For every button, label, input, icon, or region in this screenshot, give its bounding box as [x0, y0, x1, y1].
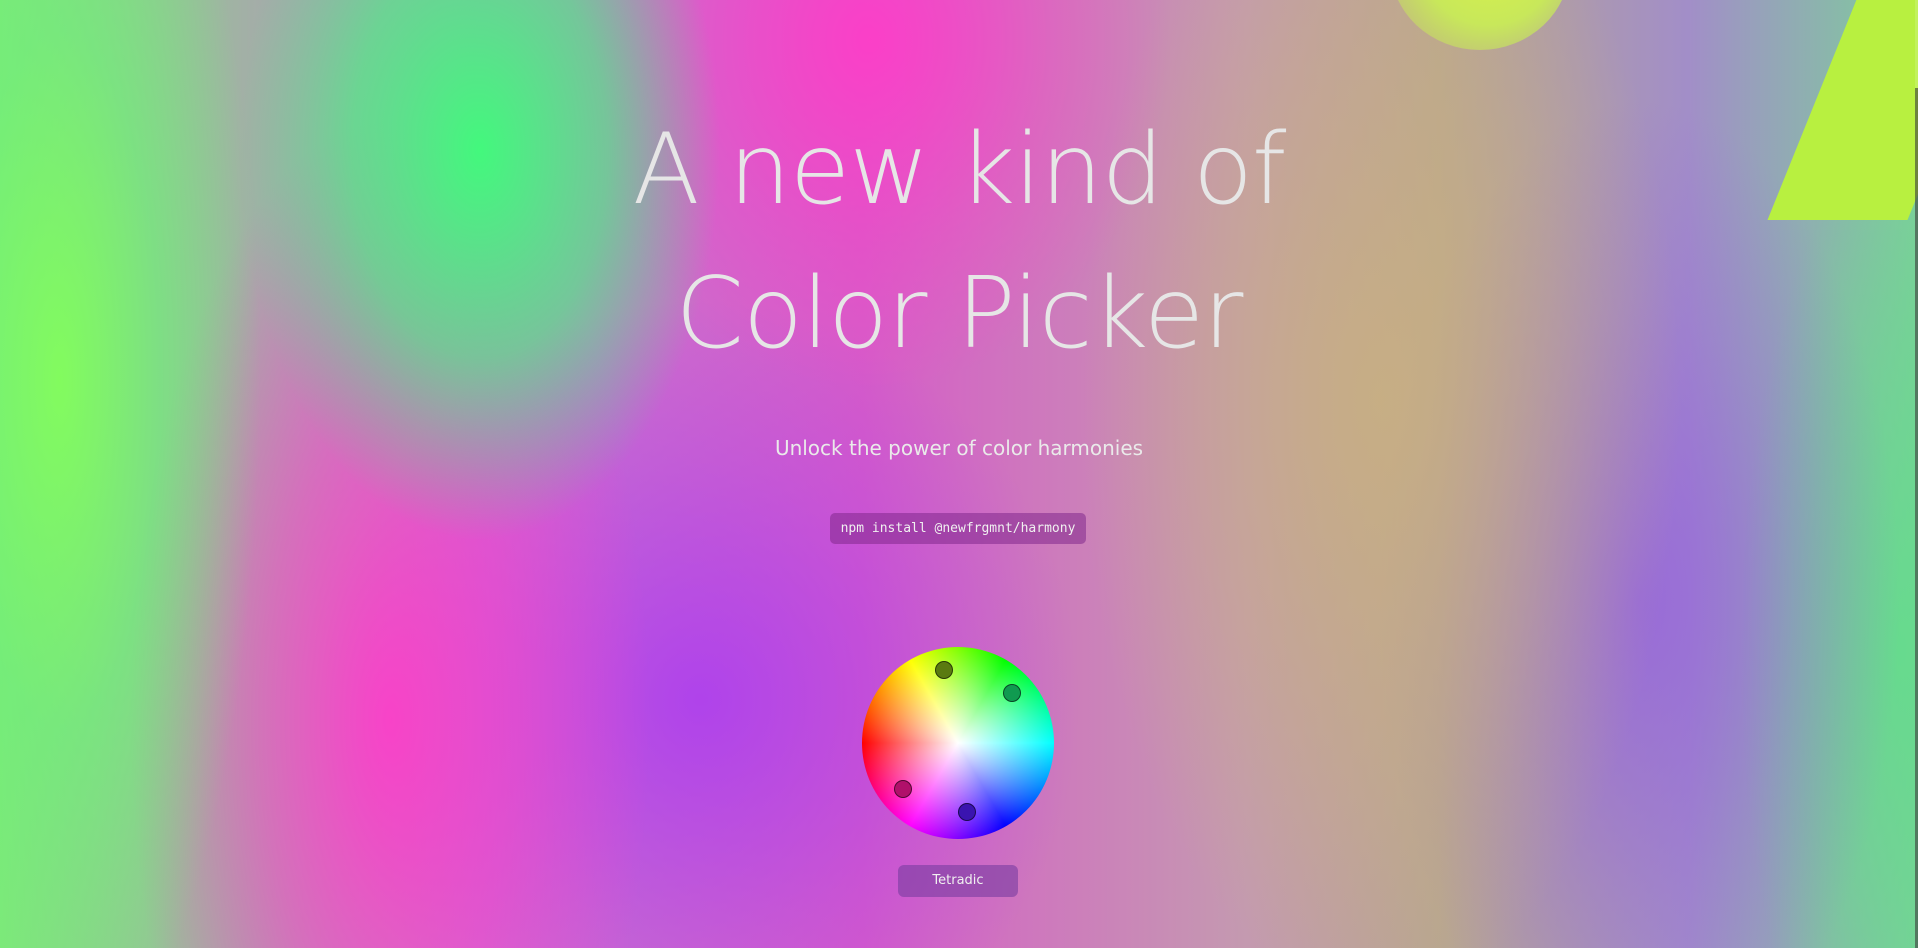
color-handle[interactable] — [958, 803, 976, 821]
headline-line-1: A new kind of — [632, 113, 1287, 227]
color-handle[interactable] — [1003, 684, 1021, 702]
harmony-mode-button[interactable]: Tetradic — [898, 865, 1018, 897]
headline-line-2: Color Picker — [675, 257, 1244, 371]
color-wheel-picker[interactable] — [862, 647, 1054, 839]
install-command[interactable]: npm install @newfrgmnt/harmony — [830, 513, 1086, 544]
subtitle: Unlock the power of color harmonies — [774, 436, 1144, 460]
page-title: A new kind of Color Picker — [0, 98, 1918, 386]
color-handle[interactable] — [935, 661, 953, 679]
background-blob — [1390, 0, 1570, 50]
color-handle[interactable] — [894, 780, 912, 798]
